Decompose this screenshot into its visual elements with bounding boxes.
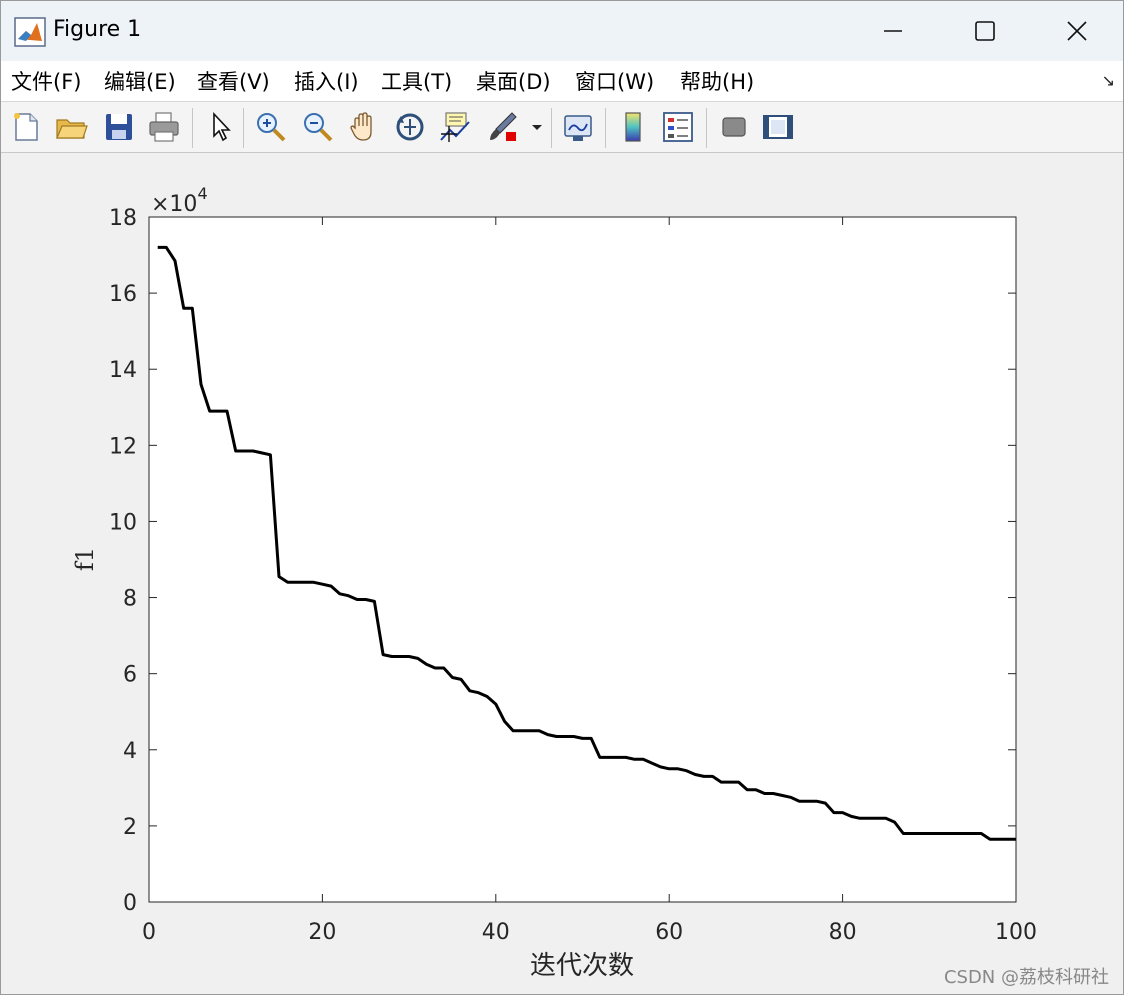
x-tick-label: 40 bbox=[482, 920, 510, 945]
x-tick-label: 0 bbox=[142, 920, 156, 945]
maximize-icon bbox=[975, 21, 995, 41]
maximize-button[interactable] bbox=[939, 1, 1031, 61]
matlab-logo-icon bbox=[14, 17, 46, 47]
link-plot-icon[interactable] bbox=[561, 110, 595, 144]
new-file-icon[interactable] bbox=[9, 110, 43, 144]
menu-insert[interactable]: 插入(I) bbox=[294, 66, 359, 96]
x-tick-label: 100 bbox=[995, 920, 1037, 945]
y-tick-label: 6 bbox=[123, 663, 137, 688]
dock-arrow-icon[interactable]: ↘ bbox=[1102, 71, 1115, 90]
menu-edit[interactable]: 编辑(E) bbox=[104, 66, 176, 96]
zoom-in-icon[interactable] bbox=[254, 110, 288, 144]
y-axis-label: f1 bbox=[71, 547, 99, 571]
zoom-out-icon[interactable] bbox=[301, 110, 335, 144]
x-tick-label: 80 bbox=[829, 920, 857, 945]
y-tick-label: 12 bbox=[109, 434, 137, 459]
x-tick-label: 60 bbox=[655, 920, 683, 945]
toolbar-separator bbox=[706, 108, 707, 148]
hide-plot-tools-icon[interactable] bbox=[717, 110, 751, 144]
pointer-icon[interactable] bbox=[205, 110, 239, 144]
figure-window: Figure 1 文件(F) 编辑(E) 查看(V) 插入(I) 工具(T) 桌… bbox=[0, 0, 1124, 995]
y-tick-label: 0 bbox=[123, 891, 137, 916]
toolbar-separator bbox=[551, 108, 552, 148]
brush-icon[interactable] bbox=[486, 110, 520, 144]
y-tick-label: 2 bbox=[123, 815, 137, 840]
title-bar[interactable]: Figure 1 bbox=[1, 1, 1123, 61]
minimize-button[interactable] bbox=[847, 1, 939, 61]
toolbar-separator bbox=[192, 108, 193, 148]
window-title: Figure 1 bbox=[53, 17, 142, 42]
y-tick-label: 10 bbox=[109, 510, 137, 535]
plot-canvas: 0 20 40 60 80 100 0 2 4 6 8 10 12 14 16 18 ×104 迭代次数 f… bbox=[71, 184, 1037, 981]
y-tick-label: 4 bbox=[123, 739, 137, 764]
y-tick-label: 18 bbox=[109, 206, 137, 231]
figure-toolbar bbox=[1, 102, 1123, 153]
minimize-icon bbox=[884, 30, 902, 32]
menu-desktop[interactable]: 桌面(D) bbox=[476, 66, 551, 96]
x-tick-labels: 0 20 40 60 80 100 bbox=[142, 920, 1037, 945]
menu-file[interactable]: 文件(F) bbox=[11, 66, 81, 96]
menu-window[interactable]: 窗口(W) bbox=[575, 66, 654, 96]
menu-help[interactable]: 帮助(H) bbox=[680, 66, 754, 96]
x-axis-label: 迭代次数 bbox=[530, 951, 634, 981]
x-tick-label: 20 bbox=[308, 920, 336, 945]
legend-icon[interactable] bbox=[661, 110, 695, 144]
print-icon[interactable] bbox=[147, 110, 181, 144]
colorbar-icon[interactable] bbox=[616, 110, 650, 144]
show-plot-tools-icon[interactable] bbox=[761, 110, 795, 144]
watermark: CSDN @荔枝科研社 bbox=[943, 967, 1109, 988]
save-icon[interactable] bbox=[102, 110, 136, 144]
y-tick-label: 16 bbox=[109, 282, 137, 307]
open-folder-icon[interactable] bbox=[54, 110, 88, 144]
brush-dropdown-icon[interactable] bbox=[529, 110, 545, 144]
rotate-3d-icon[interactable] bbox=[393, 110, 427, 144]
axes[interactable]: 0 20 40 60 80 100 0 2 4 6 8 10 12 14 16 18 bbox=[109, 206, 1037, 945]
y-tick-label: 14 bbox=[109, 358, 137, 383]
close-icon bbox=[1067, 21, 1087, 41]
y-tick-labels: 0 2 4 6 8 10 12 14 16 18 bbox=[109, 206, 137, 916]
menu-tools[interactable]: 工具(T) bbox=[381, 66, 452, 96]
y-exponent-label: ×104 bbox=[151, 184, 208, 217]
menu-bar: 文件(F) 编辑(E) 查看(V) 插入(I) 工具(T) 桌面(D) 窗口(W… bbox=[1, 61, 1123, 102]
close-button[interactable] bbox=[1031, 1, 1123, 61]
toolbar-separator bbox=[605, 108, 606, 148]
y-tick-label: 8 bbox=[123, 587, 137, 612]
toolbar-separator bbox=[243, 108, 244, 148]
data-cursor-icon[interactable] bbox=[438, 110, 472, 144]
menu-view[interactable]: 查看(V) bbox=[197, 66, 270, 96]
pan-hand-icon[interactable] bbox=[347, 110, 381, 144]
